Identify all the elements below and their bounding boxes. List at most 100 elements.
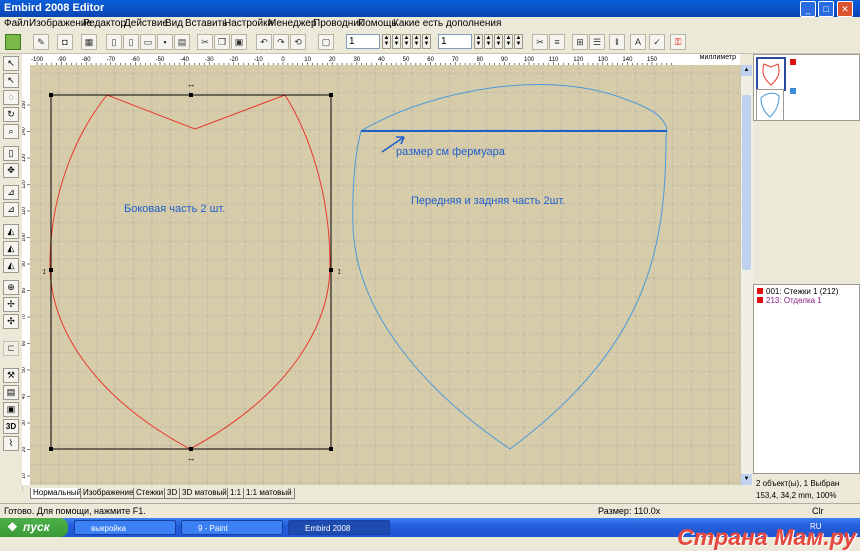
save-icon[interactable]: ▪	[157, 34, 173, 50]
tab-stitches[interactable]: Стежки	[133, 488, 167, 499]
thumbnail-front-part[interactable]	[756, 89, 784, 121]
page-icon[interactable]: ▯	[3, 146, 19, 161]
align-h-icon[interactable]: ✢	[3, 297, 19, 312]
check-icon[interactable]: ✓	[649, 34, 665, 50]
select-icon[interactable]: ⊞	[572, 34, 588, 50]
new-file-icon[interactable]: ▯	[106, 34, 122, 50]
node-select-icon[interactable]: ↖	[3, 73, 19, 88]
spin-icon[interactable]: ▲ ▼	[514, 34, 523, 49]
new-file-2-icon[interactable]: ▯	[123, 34, 139, 50]
thumb-color-red	[790, 59, 796, 65]
design-canvas[interactable]: ↔ ↔ ↕ ↕ Боковая часть 2 шт. Передняя и з…	[30, 65, 740, 485]
maximize-button[interactable]: □	[818, 1, 834, 17]
close-button[interactable]: ✕	[837, 1, 853, 17]
print-icon[interactable]: ▤	[174, 34, 190, 50]
resize-h-top-icon: ↔	[187, 79, 196, 89]
thumbnail-side-part[interactable]	[756, 57, 786, 91]
cursor-coords: 153,4, 34,2 mm, 100%	[756, 491, 837, 500]
ruler-tick-label: 70	[452, 57, 459, 63]
start-button[interactable]: ❖ пуск	[0, 518, 68, 537]
task-folder[interactable]: выкройка	[74, 520, 176, 535]
vertical-scrollbar[interactable]: ▲ ▼	[740, 65, 753, 485]
shape-icon[interactable]: ◭	[3, 224, 19, 239]
undo-icon[interactable]: ↶	[256, 34, 272, 50]
taskbar: ❖ пуск выкройка 9 - Paint Embird 2008 RU…	[0, 518, 860, 550]
spin-icon[interactable]: ▲ ▼	[474, 34, 483, 49]
spin-icon[interactable]: ▲ ▼	[494, 34, 503, 49]
menu-insert[interactable]: Вставить	[185, 18, 227, 29]
mirror-icon[interactable]: ⊿	[3, 185, 19, 200]
shape-2-icon[interactable]: ◭	[3, 241, 19, 256]
open-folder-icon[interactable]: ▭	[140, 34, 156, 50]
rotate-tool-icon[interactable]: ↻	[3, 107, 19, 122]
spin-icon[interactable]: ▲ ▼	[392, 34, 401, 49]
object-row[interactable]: 213: Отделка 1	[757, 296, 822, 305]
menu-help[interactable]: Помощь	[358, 18, 397, 29]
paste-icon[interactable]: ▣	[231, 34, 247, 50]
frame-icon[interactable]: ▢	[318, 34, 334, 50]
spin-icon[interactable]: ▲ ▼	[402, 34, 411, 49]
fill-icon[interactable]: ▤	[3, 385, 19, 400]
spin-up-icon[interactable]: ▲ ▼	[382, 34, 391, 49]
split-icon[interactable]: ≡	[549, 34, 565, 50]
stitch-count-field[interactable]: 1	[346, 34, 380, 49]
stitch-sim-icon[interactable]: ⌇	[3, 436, 19, 451]
minimize-button[interactable]: _	[800, 1, 816, 17]
redo-icon[interactable]: ↷	[273, 34, 289, 50]
menu-action[interactable]: Действие	[124, 18, 168, 29]
bars-icon[interactable]: ‖	[609, 34, 625, 50]
tab-normal[interactable]: Нормальный	[30, 488, 85, 499]
stitch-tool-icon[interactable]: ⚒	[3, 368, 19, 383]
view-tabs: Нормальный Изображение Стежки 3D 3D мато…	[30, 488, 740, 500]
align-v-icon[interactable]: ✣	[3, 314, 19, 329]
cut-icon[interactable]: ✂	[197, 34, 213, 50]
wand-icon[interactable]: ✎	[33, 34, 49, 50]
shape-3-icon[interactable]: ◭	[3, 258, 19, 273]
menu-view[interactable]: Вид	[165, 18, 183, 29]
ruler-tick-label: 60	[427, 57, 434, 63]
spin-icon[interactable]: ▲ ▼	[422, 34, 431, 49]
grid-icon[interactable]: ▦	[81, 34, 97, 50]
rotate-icon[interactable]: ⟲	[290, 34, 306, 50]
center-icon[interactable]: ⊕	[3, 280, 19, 295]
arrow-select-icon[interactable]: ↖	[3, 56, 19, 71]
spin-icon[interactable]: ▲ ▼	[412, 34, 421, 49]
task-paint[interactable]: 9 - Paint	[181, 520, 283, 535]
manager-icon[interactable]	[5, 34, 21, 50]
ruler-tick-label: 130	[598, 57, 609, 63]
scissors-icon[interactable]: ✂	[532, 34, 548, 50]
scroll-down-icon[interactable]: ▼	[741, 474, 752, 485]
tab-1-1-matte[interactable]: 1:1 матовый	[243, 488, 295, 499]
lasso-icon[interactable]: ◌	[3, 90, 19, 105]
tab-image[interactable]: Изображение	[80, 488, 137, 499]
menu-editor[interactable]: Редактор	[83, 18, 126, 29]
spin-icon[interactable]: ▲ ▼	[484, 34, 493, 49]
menu-file[interactable]: Файл	[4, 18, 29, 29]
menu-settings[interactable]: Настройки	[224, 18, 273, 29]
key-icon[interactable]: ⚿	[670, 34, 686, 50]
3d-view-icon[interactable]: 3D	[3, 419, 19, 434]
scroll-thumb[interactable]	[742, 95, 751, 270]
mirror-v-icon[interactable]: ⊿	[3, 202, 19, 217]
tab-1-1[interactable]: 1:1	[227, 488, 245, 499]
tab-3d-matte[interactable]: 3D матовый	[179, 488, 230, 499]
menu-explorer[interactable]: Проводник	[313, 18, 363, 29]
text-icon[interactable]: A	[630, 34, 646, 50]
move-icon[interactable]: ✥	[3, 163, 19, 178]
window-title: Embird 2008 Editor	[4, 2, 105, 14]
ruler-tick-label: -80	[82, 57, 91, 63]
view-icon[interactable]: ▣	[3, 402, 19, 417]
menu-manager[interactable]: Менеджер	[268, 18, 317, 29]
object-row[interactable]: 001: Стежки 1 (212)	[757, 287, 838, 296]
lines-icon[interactable]: ☰	[589, 34, 605, 50]
task-embird[interactable]: Embird 2008	[288, 520, 390, 535]
camera-icon[interactable]: ◘	[57, 34, 73, 50]
zoom-icon[interactable]: ⌕	[3, 124, 19, 139]
scroll-up-icon[interactable]: ▲	[741, 65, 752, 76]
copy-icon[interactable]: ❐	[214, 34, 230, 50]
spin-icon[interactable]: ▲ ▼	[504, 34, 513, 49]
ruler-tick-label: 120	[573, 57, 584, 63]
color-count-field[interactable]: 1	[438, 34, 472, 49]
tab-3d[interactable]: 3D	[164, 488, 181, 499]
menu-addons[interactable]: Какие есть дополнения	[393, 18, 501, 29]
